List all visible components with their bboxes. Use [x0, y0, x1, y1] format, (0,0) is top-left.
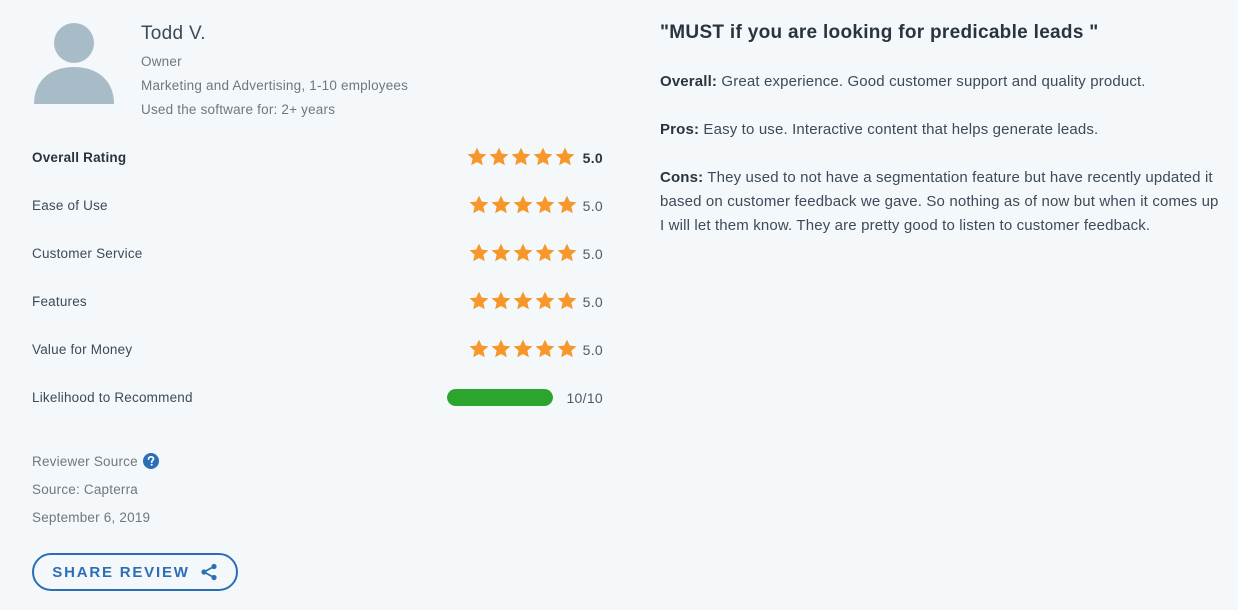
star-icon [469, 195, 489, 214]
star-icon [469, 291, 489, 310]
reviewer-source-label: Reviewer Source [32, 454, 138, 469]
question-mark-icon[interactable] [143, 453, 159, 469]
overall-text: Great experience. Good customer support … [721, 73, 1146, 90]
star-icon [491, 243, 511, 262]
review-cons: Cons: They used to not have a segmentati… [660, 166, 1225, 238]
star-icon [513, 339, 533, 358]
rating-row-features: Features 5.0 [32, 290, 607, 314]
rating-value: 5.0 [582, 198, 603, 214]
star-icon [513, 291, 533, 310]
star-icon [469, 243, 489, 262]
star-icon [511, 147, 531, 166]
reviewer-company: Marketing and Advertising, 1-10 employee… [141, 78, 409, 93]
review-date: September 6, 2019 [32, 510, 151, 525]
star-rating [468, 242, 578, 266]
rating-label: Ease of Use [32, 198, 108, 213]
star-icon [513, 195, 533, 214]
star-icon [555, 147, 575, 166]
rating-row-overall: Overall Rating 5.0 [32, 146, 607, 170]
source-text: Source: Capterra [32, 482, 138, 497]
star-icon [557, 243, 577, 262]
star-icon [513, 243, 533, 262]
reviewer-usage: Used the software for: 2+ years [141, 102, 336, 117]
rating-label: Overall Rating [32, 150, 127, 165]
star-icon [535, 291, 555, 310]
rating-label: Customer Service [32, 246, 143, 261]
star-icon [557, 291, 577, 310]
share-icon [201, 563, 217, 581]
pros-text: Easy to use. Interactive content that he… [703, 121, 1099, 138]
rating-value: 5.0 [582, 294, 603, 310]
reviewer-panel: Todd V. Owner Marketing and Advertising,… [0, 0, 640, 610]
review-pros: Pros: Easy to use. Interactive content t… [660, 118, 1225, 142]
recommend-bar-track [447, 389, 553, 406]
rating-value: 5.0 [582, 342, 603, 358]
star-icon [489, 147, 509, 166]
star-icon [535, 339, 555, 358]
rating-label: Likelihood to Recommend [32, 390, 193, 405]
star-icon [491, 339, 511, 358]
review-title: "MUST if you are looking for predicable … [660, 22, 1099, 43]
rating-label: Value for Money [32, 342, 133, 357]
rating-value: 5.0 [582, 150, 603, 166]
rating-row-recommend: Likelihood to Recommend 10/10 [32, 386, 607, 410]
recommend-bar-fill [447, 389, 553, 406]
star-rating [468, 290, 578, 314]
star-rating [466, 146, 576, 170]
cons-label: Cons: [660, 169, 704, 186]
star-icon [535, 243, 555, 262]
share-review-button[interactable]: SHARE REVIEW [32, 553, 238, 591]
rating-value: 10/10 [566, 390, 603, 406]
star-icon [535, 195, 555, 214]
rating-row-value-for-money: Value for Money 5.0 [32, 338, 607, 362]
star-rating [468, 194, 578, 218]
star-icon [491, 291, 511, 310]
star-rating [468, 338, 578, 362]
reviewer-role: Owner [141, 54, 182, 69]
pros-label: Pros: [660, 121, 700, 138]
star-icon [467, 147, 487, 166]
overall-label: Overall: [660, 73, 718, 90]
star-icon [533, 147, 553, 166]
review-overall: Overall: Great experience. Good customer… [660, 70, 1225, 94]
star-icon [557, 339, 577, 358]
rating-row-ease-of-use: Ease of Use 5.0 [32, 194, 607, 218]
reviewer-name: Todd V. [141, 23, 206, 44]
star-icon [491, 195, 511, 214]
rating-value: 5.0 [582, 246, 603, 262]
rating-label: Features [32, 294, 87, 309]
rating-row-customer-service: Customer Service 5.0 [32, 242, 607, 266]
star-icon [469, 339, 489, 358]
cons-text: They used to not have a segmentation fea… [660, 169, 1219, 234]
avatar-icon [34, 23, 114, 104]
star-icon [557, 195, 577, 214]
share-review-label: SHARE REVIEW [52, 563, 190, 581]
